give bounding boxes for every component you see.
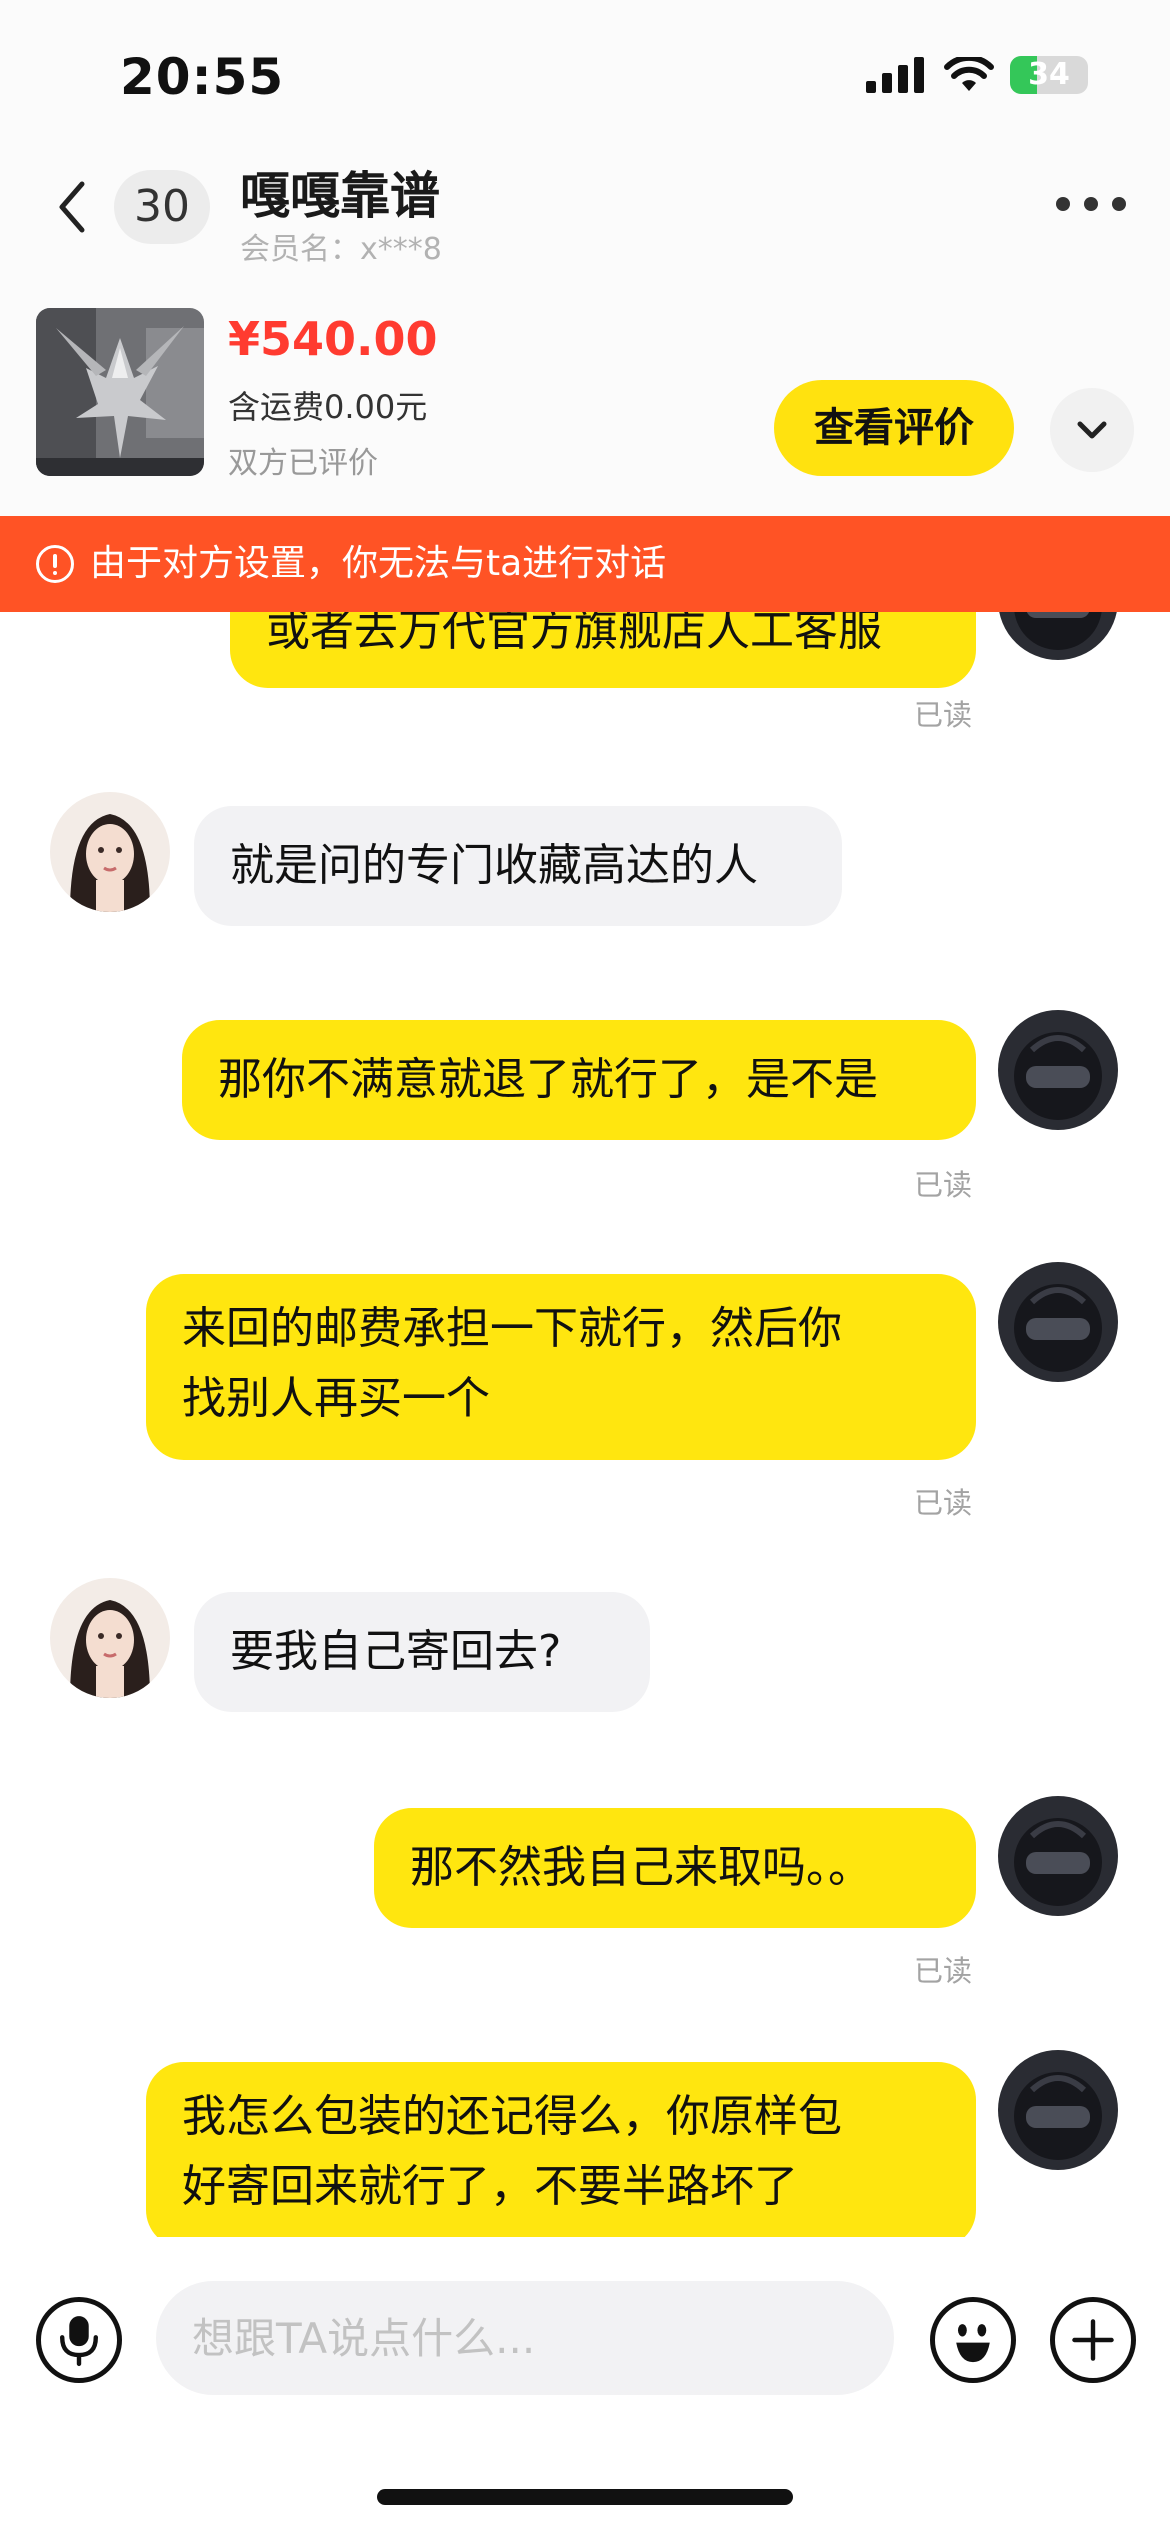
blocked-warning-banner: 由于对方设置，你无法与ta进行对话 [0, 516, 1170, 612]
home-indicator[interactable] [377, 2489, 793, 2505]
my-avatar[interactable] [998, 1010, 1118, 1130]
chat-messages[interactable]: 或者去万代官方旗舰店人工客服 已读 就是问的专门收藏高达的人 那你不满意就退了就… [0, 612, 1170, 2237]
message-bubble-mine[interactable]: 我怎么包装的还记得么，你原样包 好寄回来就行了，不要半路坏了 [146, 2062, 976, 2237]
review-status: 双方已评价 [228, 446, 378, 481]
read-status: 已读 [914, 1168, 973, 1202]
message-line: 好寄回来就行了，不要半路坏了 [182, 2161, 798, 2212]
signal-icon [866, 57, 924, 93]
status-icons: 34 [866, 56, 1088, 94]
more-icon[interactable] [1056, 186, 1126, 222]
wifi-icon [944, 57, 994, 91]
contact-avatar[interactable] [50, 792, 170, 912]
more-dot [1056, 197, 1070, 211]
product-card[interactable]: ¥540.00 含运费0.00元 双方已评价 查看评价 [0, 290, 1170, 516]
member-name: 会员名：x***8 [240, 232, 442, 267]
message-bubble-mine[interactable]: 那不然我自己来取吗。。 [374, 1808, 976, 1928]
message-line: 找别人再买一个 [182, 1373, 490, 1424]
contact-avatar[interactable] [50, 1578, 170, 1698]
read-status: 已读 [914, 1954, 973, 1988]
view-review-button[interactable]: 查看评价 [774, 380, 1014, 476]
product-image[interactable] [36, 308, 204, 476]
contact-name[interactable]: 嘎嘎靠谱 [240, 156, 440, 228]
unread-count-badge[interactable]: 30 [114, 170, 210, 244]
more-dot [1084, 197, 1098, 211]
back-icon[interactable] [48, 172, 98, 242]
my-avatar[interactable] [998, 2050, 1118, 2170]
input-bar [0, 2237, 1170, 2532]
message-bubble-mine[interactable]: 来回的邮费承担一下就行，然后你 找别人再买一个 [146, 1274, 976, 1460]
status-bar: 20:55 34 [0, 0, 1170, 150]
battery-percent: 34 [1028, 57, 1070, 92]
message-bubble-mine[interactable]: 那你不满意就退了就行了，是不是 [182, 1020, 976, 1140]
message-bubble-theirs[interactable]: 就是问的专门收藏高达的人 [194, 806, 842, 926]
message-bubble-theirs[interactable]: 要我自己寄回去? [194, 1592, 650, 1712]
battery-icon: 34 [1010, 56, 1088, 94]
my-avatar[interactable] [998, 612, 1118, 660]
message-line: 来回的邮费承担一下就行，然后你 [182, 1303, 842, 1354]
product-shipping: 含运费0.00元 [228, 388, 428, 426]
microphone-icon[interactable] [36, 2297, 122, 2383]
alert-icon [36, 545, 74, 583]
product-price: ¥540.00 [228, 312, 438, 366]
chevron-down-icon[interactable] [1050, 388, 1134, 472]
chat-header: 30 嘎嘎靠谱 会员名：x***8 [0, 150, 1170, 290]
emoji-icon[interactable] [930, 2297, 1016, 2383]
message-bubble-mine[interactable]: 或者去万代官方旗舰店人工客服 [230, 612, 976, 688]
read-status: 已读 [914, 698, 973, 732]
warning-text: 由于对方设置，你无法与ta进行对话 [90, 543, 667, 584]
message-input[interactable] [156, 2281, 894, 2395]
status-time: 20:55 [120, 48, 285, 106]
my-avatar[interactable] [998, 1262, 1118, 1382]
more-dot [1112, 197, 1126, 211]
plus-icon[interactable] [1050, 2297, 1136, 2383]
message-line: 我怎么包装的还记得么，你原样包 [182, 2091, 842, 2142]
read-status: 已读 [914, 1486, 973, 1520]
my-avatar[interactable] [998, 1796, 1118, 1916]
